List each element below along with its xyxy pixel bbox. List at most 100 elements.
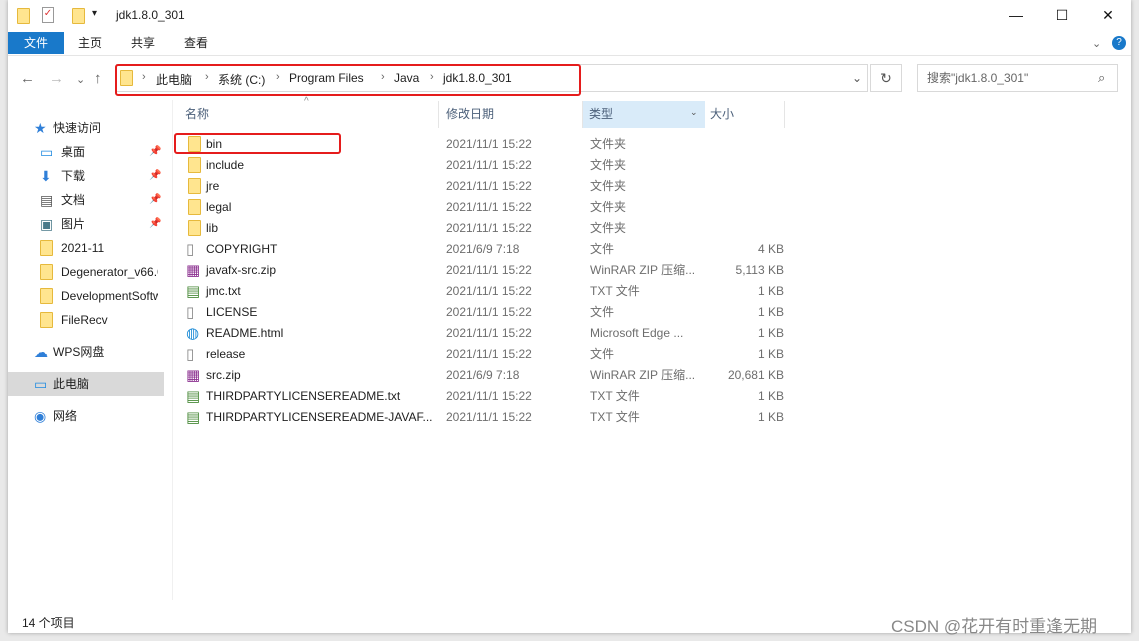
- sidebar-item-label: WPS网盘: [53, 345, 105, 359]
- file-row[interactable]: jre 2021/11/1 15:22 文件夹: [174, 176, 794, 197]
- sidebar-item-6[interactable]: Degenerator_v66.0: [8, 260, 164, 284]
- forward-button[interactable]: →: [49, 70, 64, 87]
- new-folder-icon[interactable]: [72, 8, 85, 24]
- file-date: 2021/11/1 15:22: [446, 200, 532, 214]
- sidebar-item-10[interactable]: ▭ 此电脑: [8, 372, 164, 396]
- star-icon: ★: [34, 120, 47, 136]
- txt-icon: ▤: [186, 283, 201, 300]
- file-name: README.html: [206, 326, 284, 340]
- file-size: 1 KB: [757, 410, 784, 424]
- sidebar-item-label: 图片: [61, 217, 86, 231]
- file-row[interactable]: ▯ release 2021/11/1 15:22 文件 1 KB: [174, 344, 794, 365]
- sidebar-item-label: 下载: [61, 169, 86, 183]
- ribbon-expand-icon[interactable]: ⌄: [1092, 37, 1101, 50]
- file-size: 1 KB: [757, 389, 784, 403]
- file-row[interactable]: legal 2021/11/1 15:22 文件夹: [174, 197, 794, 218]
- sidebar-item-label: 文档: [61, 193, 86, 207]
- file-name: javafx-src.zip: [206, 263, 277, 277]
- search-input[interactable]: 搜索"jdk1.8.0_301": [917, 64, 1118, 92]
- address-highlight-annotation: [115, 64, 581, 96]
- file-date: 2021/11/1 15:22: [446, 305, 532, 319]
- column-header-name[interactable]: 名称: [176, 101, 439, 128]
- help-icon[interactable]: ?: [1112, 36, 1126, 50]
- pin-icon[interactable]: 📌: [149, 140, 161, 164]
- properties-icon[interactable]: ✓: [42, 7, 54, 23]
- tab-share[interactable]: 共享: [123, 32, 163, 54]
- sidebar-item-label: 快速访问: [53, 121, 102, 135]
- bin-highlight-annotation: [174, 133, 341, 154]
- file-name: src.zip: [206, 368, 241, 382]
- file-icon: ▯: [186, 346, 195, 363]
- minimize-button[interactable]: —: [993, 0, 1039, 30]
- file-row[interactable]: ◍ README.html 2021/11/1 15:22 Microsoft Edg…: [174, 323, 794, 344]
- file-row[interactable]: ▦ javafx-src.zip 2021/11/1 15:22 WinRAR ZIP…: [174, 260, 794, 281]
- file-name: jre: [206, 179, 220, 193]
- sidebar-item-2[interactable]: ⬇ 下载 📌: [8, 164, 164, 188]
- close-button[interactable]: ✕: [1085, 0, 1131, 30]
- sidebar-item-1[interactable]: ▭ 桌面 📌: [8, 140, 164, 164]
- file-row[interactable]: ▦ src.zip 2021/6/9 7:18 WinRAR ZIP 压缩... 20,…: [174, 365, 794, 386]
- pin-icon[interactable]: 📌: [149, 188, 161, 212]
- folder-icon: [188, 157, 201, 173]
- sidebar-item-7[interactable]: DevelopmentSoftware: [8, 284, 164, 308]
- column-header-type[interactable]: 类型: [583, 101, 705, 128]
- file-date: 2021/11/1 15:22: [446, 158, 532, 172]
- file-row[interactable]: lib 2021/11/1 15:22 文件夹: [174, 218, 794, 239]
- pin-icon[interactable]: 📌: [149, 164, 161, 188]
- file-date: 2021/11/1 15:22: [446, 221, 532, 235]
- sidebar-item-0[interactable]: ★ 快速访问: [8, 116, 164, 140]
- column-header-size[interactable]: 大小: [705, 101, 785, 128]
- column-header-date[interactable]: 修改日期: [440, 101, 583, 128]
- document-icon: ▤: [40, 192, 54, 208]
- file-name: legal: [206, 200, 232, 214]
- chevron-down-icon[interactable]: ⌄: [690, 107, 698, 118]
- file-row[interactable]: ▯ LICENSE 2021/11/1 15:22 文件 1 KB: [174, 302, 794, 323]
- pin-icon[interactable]: 📌: [149, 212, 161, 236]
- zip-icon: ▦: [186, 262, 201, 279]
- tab-file[interactable]: 文件: [8, 32, 64, 54]
- folder-icon: [40, 240, 53, 256]
- refresh-button[interactable]: ↻: [870, 64, 902, 92]
- up-button[interactable]: ↑: [94, 70, 102, 87]
- file-row[interactable]: include 2021/11/1 15:22 文件夹: [174, 155, 794, 176]
- tab-home[interactable]: 主页: [70, 32, 110, 54]
- file-type: TXT 文件: [590, 389, 640, 403]
- file-date: 2021/11/1 15:22: [446, 263, 532, 277]
- txt-icon: ▤: [186, 409, 201, 426]
- file-row[interactable]: ▤ THIRDPARTYLICENSEREADME.txt 2021/11/1 15…: [174, 386, 794, 407]
- file-row[interactable]: ▤ THIRDPARTYLICENSEREADME-JAVAF... 2021/11…: [174, 407, 794, 428]
- cloud-icon: ☁: [34, 344, 48, 360]
- back-button[interactable]: ←: [20, 70, 35, 87]
- search-icon: ⌕: [1098, 70, 1106, 85]
- sidebar-item-label: 桌面: [61, 145, 86, 159]
- file-row[interactable]: ▤ jmc.txt 2021/11/1 15:22 TXT 文件 1 KB: [174, 281, 794, 302]
- file-icon: ▯: [186, 241, 195, 258]
- sidebar-item-label: Degenerator_v66.0: [61, 265, 158, 279]
- file-type: 文件夹: [590, 158, 627, 172]
- file-type: 文件: [590, 305, 615, 319]
- tab-view[interactable]: 查看: [176, 32, 216, 54]
- file-name: THIRDPARTYLICENSEREADME.txt: [206, 389, 401, 403]
- customize-toolbar-icon[interactable]: ▾: [92, 8, 97, 19]
- sidebar-item-4[interactable]: ▣ 图片 📌: [8, 212, 164, 236]
- file-size: 1 KB: [757, 305, 784, 319]
- folder-icon: [40, 288, 53, 304]
- file-date: 2021/11/1 15:22: [446, 179, 532, 193]
- file-size: 20,681 KB: [727, 368, 784, 382]
- file-row[interactable]: ▯ COPYRIGHT 2021/6/9 7:18 文件 4 KB: [174, 239, 794, 260]
- file-type: 文件夹: [590, 179, 627, 193]
- zip-icon: ▦: [186, 367, 201, 384]
- recent-locations-button[interactable]: ⌄: [76, 73, 85, 86]
- explorer-window: ✓ ▾ jdk1.8.0_301 — ☐ ✕ 文件 主页 共享 查看 ⌄ ? ←…: [8, 0, 1131, 636]
- sidebar-item-5[interactable]: 2021-11: [8, 236, 164, 260]
- sidebar-item-11[interactable]: ◉ 网络: [8, 404, 164, 428]
- sidebar-item-9[interactable]: ☁ WPS网盘: [8, 340, 164, 364]
- edge-icon: ◍: [186, 325, 200, 342]
- ribbon-divider: [8, 55, 1131, 56]
- maximize-button[interactable]: ☐: [1039, 0, 1085, 30]
- sidebar-item-8[interactable]: FileRecv: [8, 308, 164, 332]
- file-type: TXT 文件: [590, 284, 640, 298]
- navigation-pane: ★ 快速访问 ▭ 桌面 📌 ⬇ 下载 📌 ▤ 文档 📌 ▣ 图片 📌 2021-11 Degenerator_…: [8, 116, 166, 596]
- address-dropdown-icon[interactable]: ⌄: [852, 71, 862, 85]
- sidebar-item-3[interactable]: ▤ 文档 📌: [8, 188, 164, 212]
